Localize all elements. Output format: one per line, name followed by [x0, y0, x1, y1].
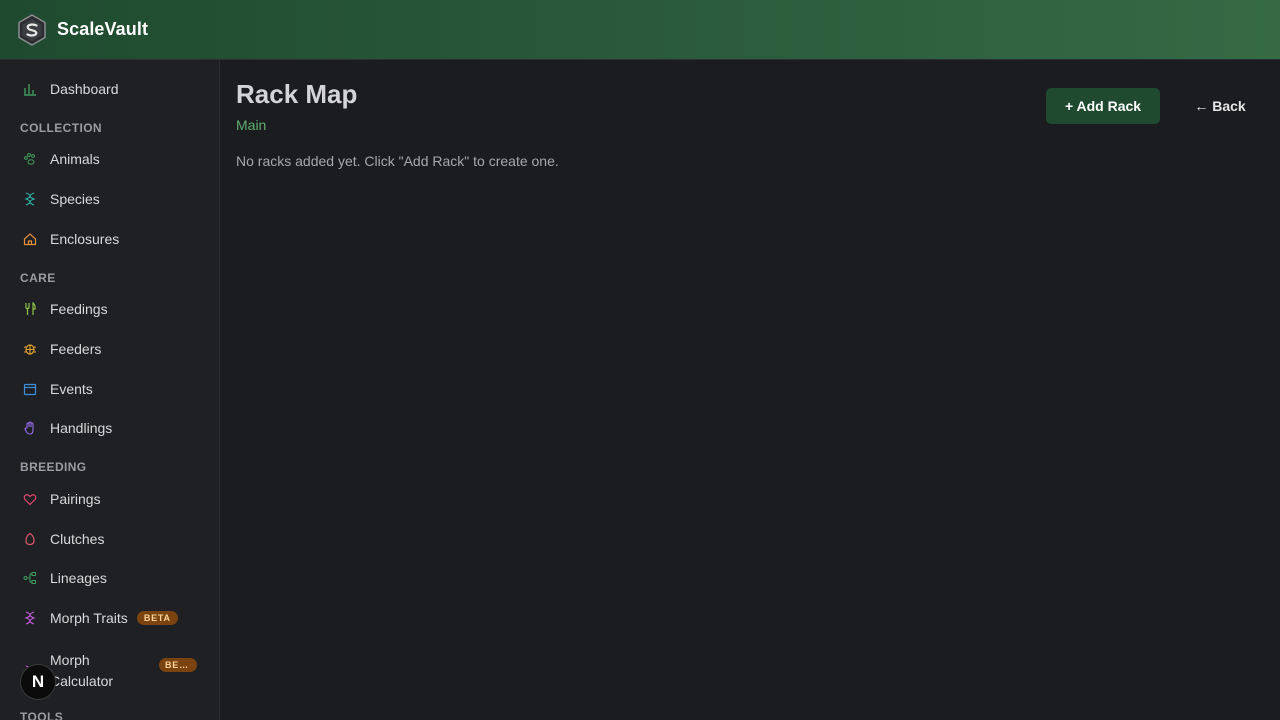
empty-state-message: No racks added yet. Click "Add Rack" to …: [236, 153, 559, 169]
sidebar-item-handlings[interactable]: Handlings: [0, 410, 219, 446]
sidebar-item-label: Morph Traits: [50, 610, 128, 626]
paw-icon: [22, 151, 38, 167]
sidebar-item-label: Pairings: [50, 491, 101, 507]
beta-badge: BETA: [136, 611, 178, 625]
bar-chart-icon: [22, 81, 38, 97]
add-rack-button[interactable]: + Add Rack: [1046, 88, 1160, 124]
top-bar: ScaleVault: [0, 0, 1280, 60]
sidebar-item-dashboard[interactable]: Dashboard: [0, 71, 219, 107]
sidebar-item-lineages[interactable]: Lineages: [0, 560, 219, 596]
sidebar-item-label: Feedings: [50, 301, 108, 317]
dna-icon: [22, 610, 38, 626]
sidebar-item-enclosures[interactable]: Enclosures: [0, 221, 219, 257]
hand-icon: [22, 420, 38, 436]
calendar-icon: [22, 381, 38, 397]
utensils-icon: [22, 301, 38, 317]
sidebar-item-label: Species: [50, 191, 100, 207]
sidebar-item-species[interactable]: Species: [0, 181, 219, 217]
sidebar-item-pairings[interactable]: Pairings: [0, 481, 219, 517]
bug-icon: [22, 341, 38, 357]
framework-dev-badge[interactable]: N: [20, 664, 56, 700]
app-logo-icon[interactable]: [16, 13, 48, 46]
sidebar: Dashboard COLLECTION Animals Species Enc…: [0, 60, 220, 720]
sidebar-item-label: Feeders: [50, 341, 102, 357]
section-header-collection: COLLECTION: [20, 121, 102, 135]
app-brand-name[interactable]: ScaleVault: [57, 19, 148, 40]
egg-icon: [22, 531, 38, 547]
sidebar-item-label: Clutches: [50, 531, 105, 547]
sidebar-item-morph-traits[interactable]: Morph Traits BETA: [0, 600, 219, 636]
heart-icon: [22, 491, 38, 507]
sidebar-item-label: Dashboard: [50, 81, 119, 97]
dna-icon: [22, 191, 38, 207]
back-button[interactable]: ← Back: [1186, 88, 1254, 124]
sidebar-item-events[interactable]: Events: [0, 371, 219, 407]
sidebar-item-label: Animals: [50, 151, 100, 167]
home-icon: [22, 231, 38, 247]
tree-icon: [22, 570, 38, 586]
sidebar-item-label: Lineages: [50, 570, 107, 586]
sidebar-item-animals[interactable]: Animals: [0, 141, 219, 177]
section-header-care: CARE: [20, 271, 56, 285]
sidebar-item-label: Handlings: [50, 420, 113, 436]
sidebar-item-label-line1: Morph: [50, 652, 90, 668]
sidebar-item-label: Events: [50, 381, 93, 397]
page-title: Rack Map: [236, 79, 358, 109]
beta-badge: BE…: [159, 658, 197, 672]
page-subtitle: Main: [236, 117, 267, 133]
sidebar-item-label-line2: Calculator: [50, 673, 114, 689]
main-content: Rack Map Main No racks added yet. Click …: [220, 60, 1280, 720]
section-header-tools: TOOLS: [20, 710, 64, 720]
sidebar-item-clutches[interactable]: Clutches: [0, 521, 219, 557]
section-header-breeding: BREEDING: [20, 460, 87, 474]
sidebar-item-feeders[interactable]: Feeders: [0, 331, 219, 367]
sidebar-item-label: Enclosures: [50, 231, 120, 247]
sidebar-item-feedings[interactable]: Feedings: [0, 291, 219, 327]
